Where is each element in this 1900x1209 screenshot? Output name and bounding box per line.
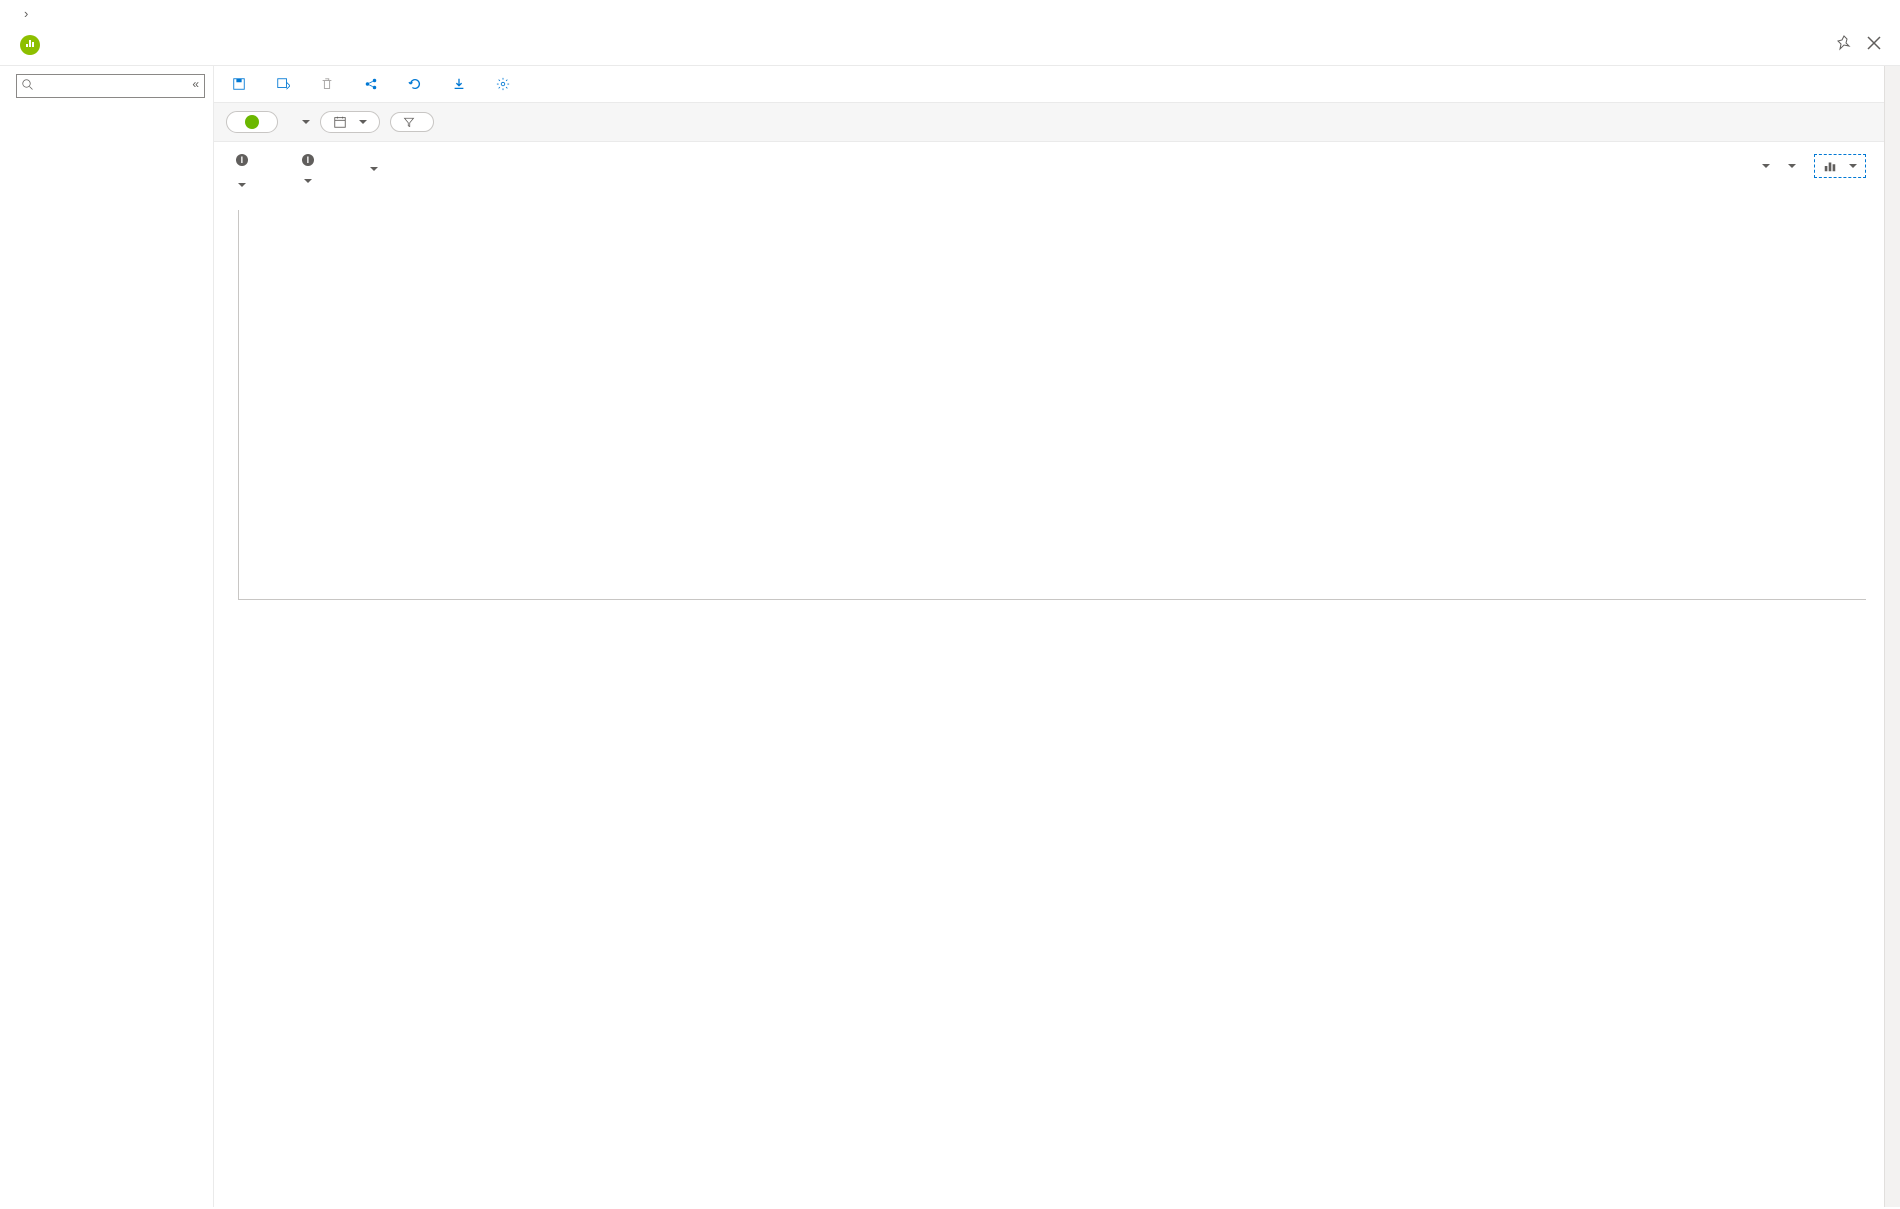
groupby-dropdown[interactable] <box>1762 159 1770 173</box>
chevron-down-icon[interactable] <box>304 168 312 191</box>
info-icon[interactable]: i <box>302 154 314 166</box>
budget-metric <box>364 154 378 179</box>
save-as-button[interactable] <box>266 72 306 96</box>
search-input[interactable] <box>16 74 205 98</box>
view-name-dropdown[interactable] <box>288 113 310 131</box>
close-icon[interactable] <box>1866 35 1882 51</box>
cost-analysis-icon <box>18 33 42 57</box>
collapse-sidebar-icon[interactable]: « <box>192 77 199 91</box>
chevron-down-icon <box>1788 159 1796 173</box>
x-axis <box>232 600 1866 604</box>
breadcrumb: › <box>0 0 1900 27</box>
share-button[interactable] <box>354 72 394 96</box>
scope-account-icon <box>245 115 259 129</box>
chevron-down-icon[interactable] <box>238 168 246 196</box>
share-icon <box>364 77 378 91</box>
scrollbar[interactable] <box>1884 66 1900 1207</box>
metrics-row: i i <box>214 142 1884 200</box>
search-icon <box>22 79 34 91</box>
actual-cost-metric: i <box>232 154 248 196</box>
chart-legend <box>214 618 1884 638</box>
sidebar: « <box>0 66 214 1207</box>
gear-icon <box>496 77 510 91</box>
export-button[interactable] <box>442 72 482 96</box>
filter-bar <box>214 103 1884 142</box>
refresh-icon <box>408 77 422 91</box>
info-icon[interactable]: i <box>236 154 248 166</box>
chevron-down-icon <box>1849 159 1857 173</box>
save-button[interactable] <box>222 72 262 96</box>
refresh-button[interactable] <box>398 72 438 96</box>
trash-icon <box>320 77 334 91</box>
donut-cards-row <box>214 638 1884 664</box>
filter-icon <box>403 116 415 128</box>
page-header <box>0 27 1900 66</box>
chevron-down-icon <box>302 113 310 131</box>
main-content: i i <box>214 66 1884 1207</box>
chevron-down-icon <box>359 115 367 129</box>
scope-pill[interactable] <box>226 111 278 133</box>
delete-view-button <box>310 72 350 96</box>
granularity-dropdown[interactable] <box>1788 159 1796 173</box>
chart-type-button[interactable] <box>1814 154 1866 178</box>
save-as-icon <box>276 77 290 91</box>
toolbar <box>214 66 1884 103</box>
settings-button[interactable] <box>486 72 526 96</box>
breadcrumb-separator-icon: › <box>24 6 28 21</box>
export-icon <box>452 77 466 91</box>
save-icon <box>232 77 246 91</box>
pin-icon[interactable] <box>1836 35 1852 51</box>
date-range-pill[interactable] <box>320 111 380 133</box>
calendar-icon <box>333 115 347 129</box>
add-filter-button[interactable] <box>390 112 434 132</box>
chart-plot[interactable] <box>238 210 1866 600</box>
forecast-metric: i <box>298 154 314 191</box>
cost-chart <box>214 200 1884 618</box>
chevron-down-icon <box>1762 159 1770 173</box>
column-chart-icon <box>1823 159 1837 173</box>
chevron-down-icon[interactable] <box>370 156 378 179</box>
